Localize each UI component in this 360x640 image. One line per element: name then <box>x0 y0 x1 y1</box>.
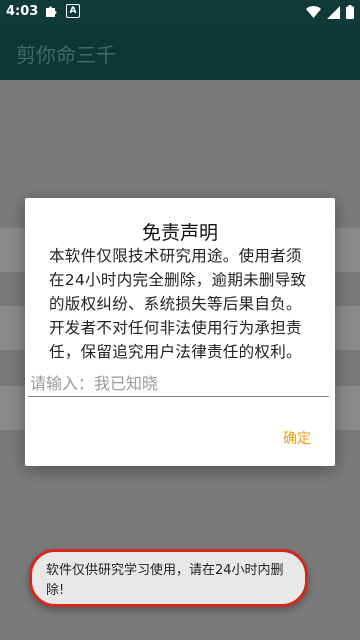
wifi-icon <box>306 5 321 23</box>
toast-message: 软件仅供研究学习使用，请在24小时内删除! <box>29 549 308 607</box>
background-list-item <box>332 306 360 350</box>
status-right-icons <box>306 5 354 23</box>
disclaimer-dialog: 免责声明 本软件仅限技术研究用途。使用者须在24小时内完全删除，逾期未删导致的版… <box>25 198 335 466</box>
background-list-item <box>332 228 360 272</box>
dialog-body: 本软件仅限技术研究用途。使用者须在24小时内完全删除，逾期未删导致的版权纠纷、系… <box>49 247 307 361</box>
background-list-item <box>0 386 28 430</box>
battery-icon <box>346 5 354 23</box>
signal-icon <box>327 5 340 23</box>
status-time: 4:03 <box>6 4 39 19</box>
status-bar: 4:03 A <box>0 0 360 24</box>
dialog-title: 免责声明 <box>141 222 218 244</box>
toast-text: 软件仅供研究学习使用，请在24小时内删除! <box>46 563 284 598</box>
background-list-item <box>332 386 360 430</box>
app-title: 剪你命三千 <box>16 43 116 67</box>
background-list-item <box>0 306 28 350</box>
a-notification-icon: A <box>66 4 80 18</box>
screen: 4:03 A 剪你命三千 免责声明 本软件仅限技术研究用途。使用者须在24小时内… <box>0 0 360 640</box>
puzzle-icon <box>44 4 58 18</box>
confirm-button[interactable]: 确定 <box>283 428 311 448</box>
status-left-icons: A <box>44 4 80 18</box>
confirmation-input[interactable] <box>28 370 329 397</box>
app-bar: 剪你命三千 <box>0 24 360 80</box>
background-list-item <box>0 228 28 272</box>
